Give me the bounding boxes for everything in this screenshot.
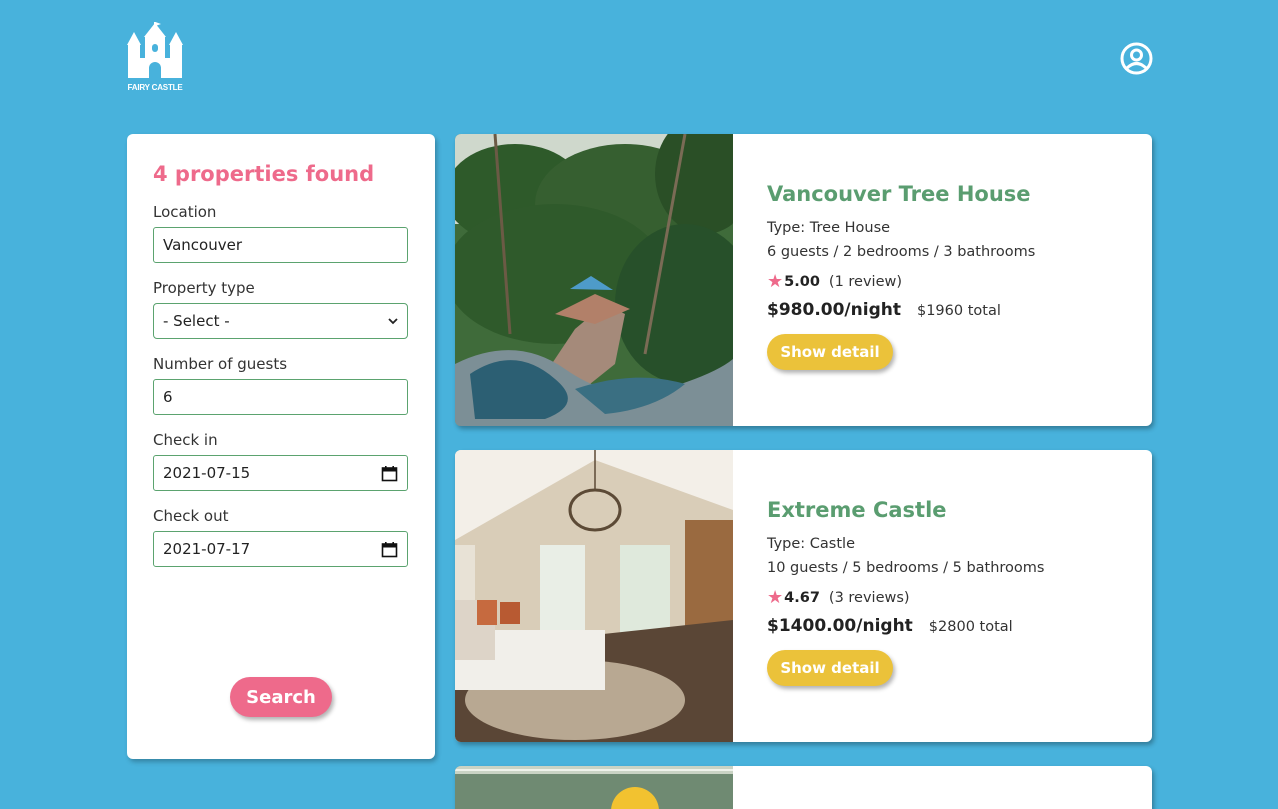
check-in-label: Check in: [153, 431, 218, 449]
review-count: (1 review): [828, 273, 903, 290]
listing-type: Type: Tree House: [767, 220, 891, 236]
nightly-price: $1400.00/night: [767, 616, 913, 636]
chevron-down-icon: [388, 314, 398, 328]
logo-text: FAIRY CASTLE: [127, 83, 183, 92]
location-field-group: Location Vancouver: [153, 203, 409, 263]
property-type-field-group: Property type - Select -: [153, 279, 409, 339]
property-type-label: Property type: [153, 279, 255, 297]
guests-input[interactable]: 6: [153, 379, 408, 415]
location-input[interactable]: Vancouver: [153, 227, 408, 263]
listing-photo[interactable]: [455, 766, 733, 809]
check-out-label: Check out: [153, 507, 229, 525]
total-price: $1960 total: [916, 303, 1001, 319]
listing-photo[interactable]: [455, 134, 733, 426]
listing-capacity: 6 guests / 2 bedrooms / 3 bathrooms: [767, 244, 1036, 260]
guests-label: Number of guests: [153, 355, 288, 373]
show-detail-button[interactable]: Show detail: [767, 334, 893, 370]
listing-info: Extreme Castle Type: Castle 10 guests / …: [767, 498, 1137, 686]
guests-value: 6: [163, 388, 173, 406]
check-in-value: 2021-07-15: [163, 464, 251, 482]
calendar-icon[interactable]: [381, 541, 398, 558]
calendar-icon[interactable]: [381, 465, 398, 482]
rating-score: 5.00: [784, 273, 820, 290]
total-price: $2800 total: [928, 619, 1013, 635]
listing-rating: ★ 5.00 (1 review): [767, 271, 1137, 292]
check-out-value: 2021-07-17: [163, 540, 251, 558]
results-count: 4 properties found: [153, 162, 375, 186]
listing-title[interactable]: Extreme Castle: [767, 498, 1137, 522]
nightly-price: $980.00/night: [767, 300, 901, 320]
listing-card[interactable]: Extreme Castle Type: Castle 10 guests / …: [455, 450, 1152, 742]
search-filters-panel: 4 properties found Location Vancouver Pr…: [127, 134, 435, 759]
check-out-field-group: Check out 2021-07-17: [153, 507, 409, 567]
show-detail-button[interactable]: Show detail: [767, 650, 893, 686]
account-icon[interactable]: [1120, 42, 1153, 75]
location-value: Vancouver: [163, 236, 242, 254]
property-type-select[interactable]: - Select -: [153, 303, 408, 339]
search-button[interactable]: Search: [230, 677, 332, 717]
check-in-field-group: Check in 2021-07-15: [153, 431, 409, 491]
listing-card[interactable]: [455, 766, 1152, 809]
listing-price-row: $1400.00/night $2800 total: [767, 616, 1137, 636]
star-icon: ★: [767, 271, 784, 292]
fairy-castle-logo[interactable]: FAIRY CASTLE: [126, 22, 184, 92]
check-in-date-input[interactable]: 2021-07-15: [153, 455, 408, 491]
star-icon: ★: [767, 587, 784, 608]
listing-card[interactable]: Vancouver Tree House Type: Tree House 6 …: [455, 134, 1152, 426]
rating-score: 4.67: [784, 589, 820, 606]
listing-photo[interactable]: [455, 450, 733, 742]
listing-info: Vancouver Tree House Type: Tree House 6 …: [767, 182, 1137, 370]
listing-type: Type: Castle: [767, 536, 855, 552]
check-out-date-input[interactable]: 2021-07-17: [153, 531, 408, 567]
listing-capacity: 10 guests / 5 bedrooms / 5 bathrooms: [767, 560, 1045, 576]
listing-title[interactable]: Vancouver Tree House: [767, 182, 1137, 206]
listing-price-row: $980.00/night $1960 total: [767, 300, 1137, 320]
property-type-value: - Select -: [163, 312, 230, 330]
review-count: (3 reviews): [828, 589, 910, 606]
castle-icon: [127, 22, 183, 78]
guests-field-group: Number of guests 6: [153, 355, 409, 415]
location-label: Location: [153, 203, 217, 221]
listing-rating: ★ 4.67 (3 reviews): [767, 587, 1137, 608]
